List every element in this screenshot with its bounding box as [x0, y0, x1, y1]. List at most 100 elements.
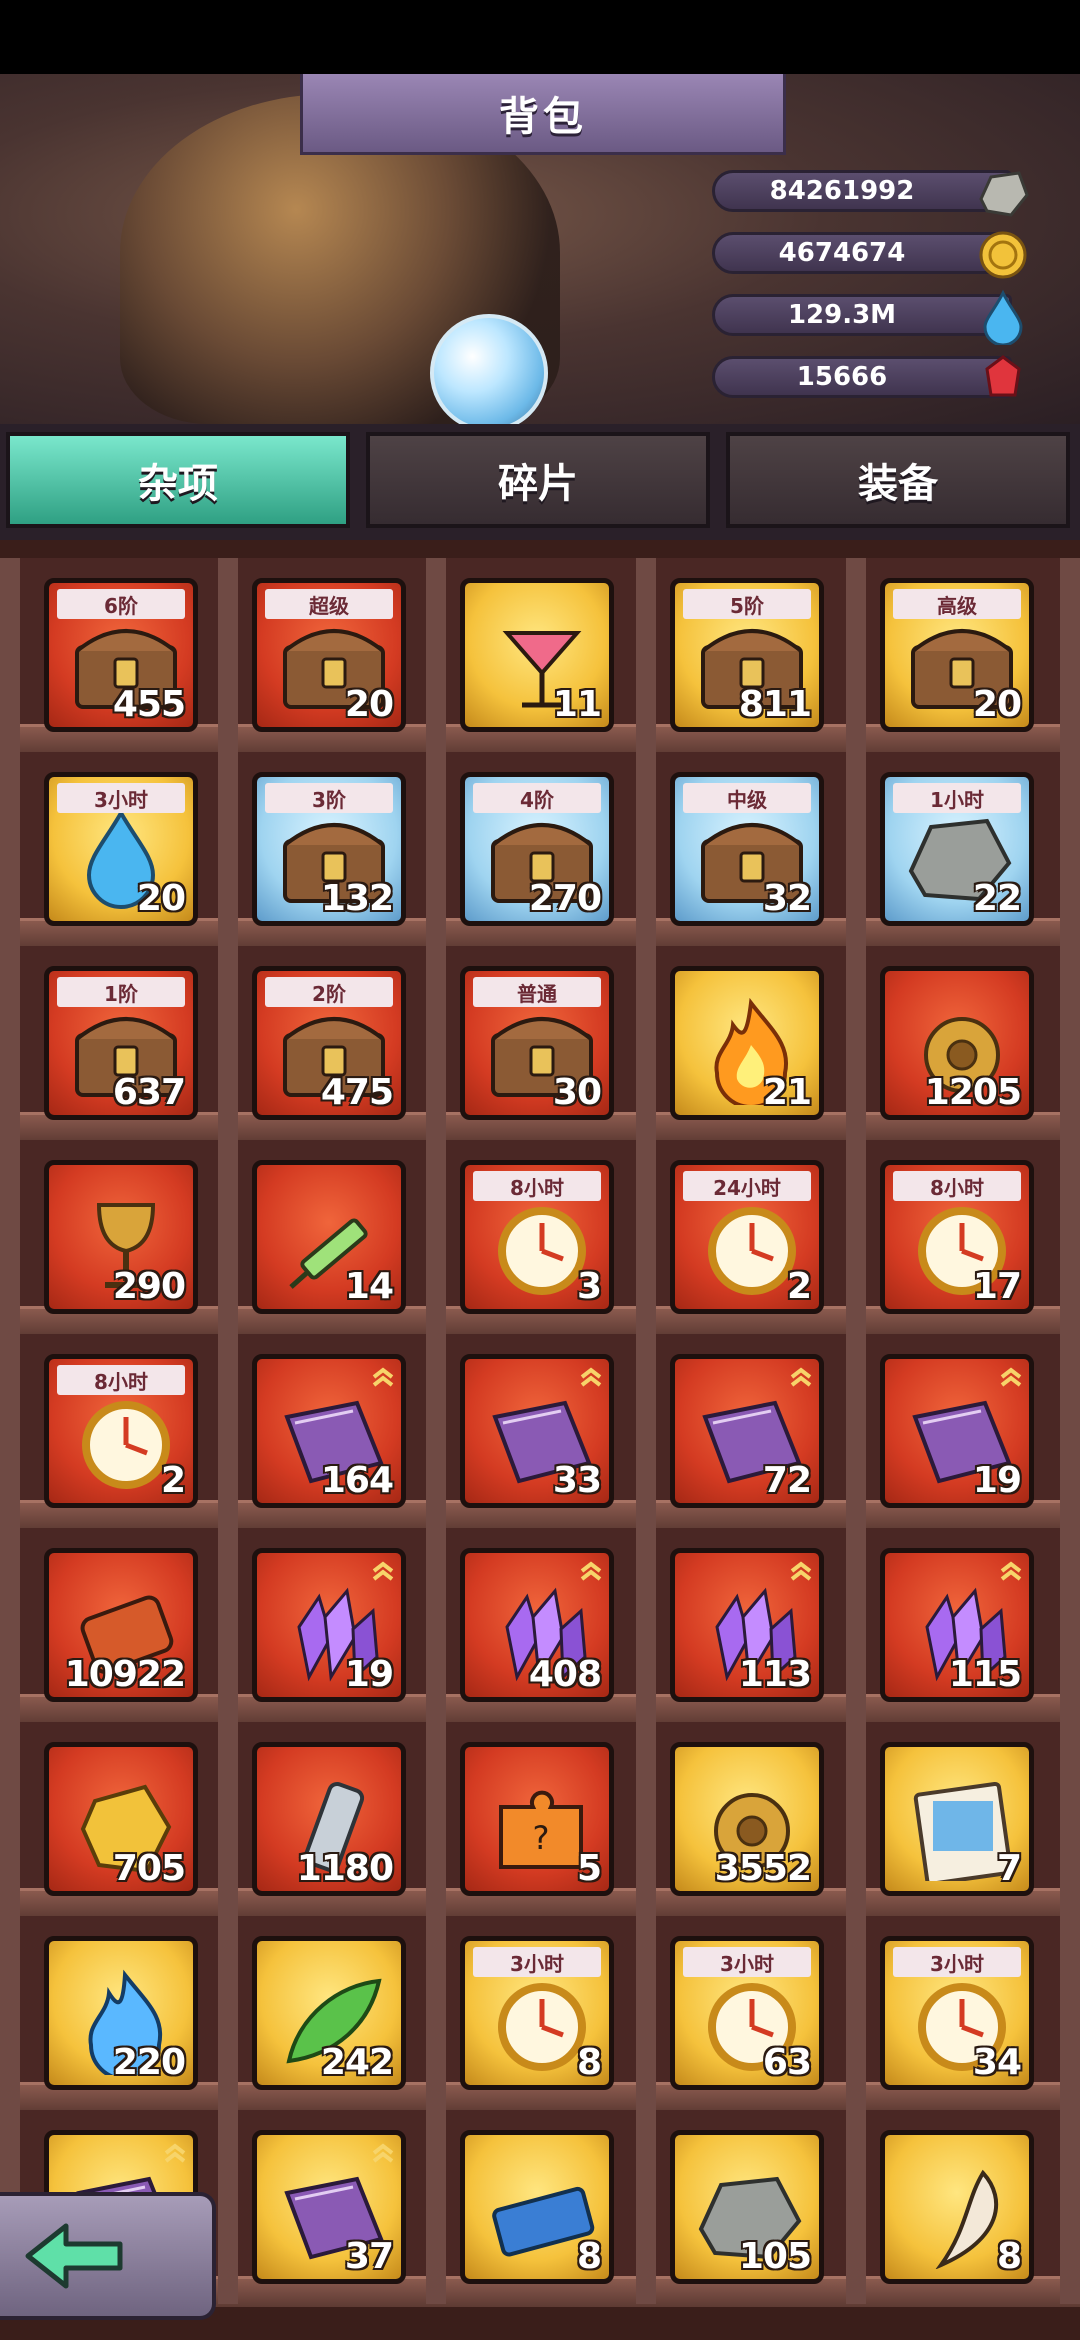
gold-coin-icon: [979, 231, 1027, 279]
shelf-post: [636, 946, 656, 1140]
inventory-item[interactable]: 中级 32: [670, 772, 824, 926]
inventory-item[interactable]: 8小时 17: [880, 1160, 1034, 1314]
shelf-post: [846, 1140, 866, 1334]
inventory-item[interactable]: 115: [880, 1548, 1034, 1702]
item-count: 7: [996, 1848, 1022, 1889]
inventory-item[interactable]: 6阶 455: [44, 578, 198, 732]
item-count: 20: [344, 684, 394, 725]
item-count: 290: [112, 1266, 186, 1307]
inventory-item[interactable]: 220: [44, 1936, 198, 2090]
shelf-post: [636, 752, 656, 946]
inventory-item[interactable]: 113: [670, 1548, 824, 1702]
inventory-item[interactable]: 290: [44, 1160, 198, 1314]
inventory-item[interactable]: 19: [252, 1548, 406, 1702]
inventory-item[interactable]: 10922: [44, 1548, 198, 1702]
item-count: 33: [552, 1460, 602, 1501]
inventory-item[interactable]: 高级 20: [880, 578, 1034, 732]
item-tier-tag: 普通: [473, 977, 601, 1007]
inventory-item[interactable]: 超级 20: [252, 578, 406, 732]
water-drop-icon: [983, 289, 1023, 345]
inventory-item[interactable]: 3小时 34: [880, 1936, 1034, 2090]
inventory-item[interactable]: 37: [252, 2130, 406, 2284]
item-tier-tag: 3小时: [683, 1947, 811, 1977]
tab-misc[interactable]: 杂项: [6, 432, 350, 528]
inventory-item[interactable]: 3阶 132: [252, 772, 406, 926]
inventory-item[interactable]: 8小时 2: [44, 1354, 198, 1508]
item-count: 10922: [64, 1654, 186, 1695]
inventory-item[interactable]: 24小时 2: [670, 1160, 824, 1314]
inventory-item[interactable]: 705: [44, 1742, 198, 1896]
shelf-post: [1060, 1334, 1080, 1528]
shelf-post: [636, 1528, 656, 1722]
shelf-post: [846, 1916, 866, 2110]
inventory-item[interactable]: 19: [880, 1354, 1034, 1508]
inventory-item[interactable]: 21: [670, 966, 824, 1120]
tab-equipment[interactable]: 装备: [726, 432, 1070, 528]
currency-value: 129.3M: [787, 300, 897, 330]
item-count: 705: [112, 1848, 186, 1889]
item-count: 63: [762, 2042, 812, 2083]
inventory-item[interactable]: 8小时 3: [460, 1160, 614, 1314]
shelf-post: [218, 2110, 238, 2304]
inventory-item[interactable]: 8: [460, 2130, 614, 2284]
inventory-item[interactable]: 3小时 20: [44, 772, 198, 926]
shelf-post: [0, 1140, 20, 1334]
rank-up-chevron-icon: [790, 1367, 812, 1387]
inventory-item[interactable]: 164: [252, 1354, 406, 1508]
back-button[interactable]: [0, 2192, 216, 2320]
tab-label: 装备: [858, 461, 938, 507]
status-bar: [0, 0, 1080, 74]
shelf-post: [0, 558, 20, 752]
item-count: 32: [762, 878, 812, 919]
shelf-post: [426, 946, 446, 1140]
tab-fragments[interactable]: 碎片: [366, 432, 710, 528]
inventory-item[interactable]: 7: [880, 1742, 1034, 1896]
shelf-post: [846, 1722, 866, 1916]
currency-bar: 15666: [712, 355, 1021, 398]
inventory-item[interactable]: 3小时 8: [460, 1936, 614, 2090]
shelf-post: [846, 752, 866, 946]
rank-up-chevron-icon: [372, 1561, 394, 1581]
currency-bar: 4674674: [712, 231, 1027, 279]
inventory-item[interactable]: 408: [460, 1548, 614, 1702]
item-tier-tag: 2阶: [265, 977, 393, 1007]
inventory-item[interactable]: 1180: [252, 1742, 406, 1896]
item-count: 30: [552, 1072, 602, 1113]
inventory-item[interactable]: 105: [670, 2130, 824, 2284]
inventory-item[interactable]: 普通 30: [460, 966, 614, 1120]
inventory-item[interactable]: 2阶 475: [252, 966, 406, 1120]
shelf-post: [1060, 752, 1080, 946]
item-count: 3: [576, 1266, 602, 1307]
inventory-item[interactable]: ? 5: [460, 1742, 614, 1896]
shelf-post: [636, 558, 656, 752]
item-count: 5: [576, 1848, 602, 1889]
inventory-item[interactable]: 11: [460, 578, 614, 732]
inventory-item[interactable]: 33: [460, 1354, 614, 1508]
inventory-item[interactable]: 4阶 270: [460, 772, 614, 926]
item-count: 19: [972, 1460, 1022, 1501]
rank-up-chevron-icon: [790, 1561, 812, 1581]
shelf-post: [1060, 2110, 1080, 2304]
item-count: 408: [528, 1654, 602, 1695]
inventory-item[interactable]: 5阶 811: [670, 578, 824, 732]
inventory-item[interactable]: 8: [880, 2130, 1034, 2284]
item-count: 2: [786, 1266, 812, 1307]
inventory-item[interactable]: 72: [670, 1354, 824, 1508]
inventory-item[interactable]: 1小时 22: [880, 772, 1034, 926]
item-count: 113: [738, 1654, 812, 1695]
shelf-post: [426, 2110, 446, 2304]
item-count: 115: [948, 1654, 1022, 1695]
inventory-grid: 6阶 455 超级 20 11 5阶 811 高级 20 3小时 20 3阶 132 4阶 270 中级 32 1…: [0, 540, 1080, 2340]
item-count: 220: [112, 2042, 186, 2083]
currency-value: 15666: [796, 362, 888, 392]
inventory-item[interactable]: 3小时 63: [670, 1936, 824, 2090]
shelf-post: [1060, 1916, 1080, 2110]
shelf-post: [0, 1528, 20, 1722]
inventory-item[interactable]: 3552: [670, 1742, 824, 1896]
inventory-item[interactable]: 242: [252, 1936, 406, 2090]
inventory-item[interactable]: 1205: [880, 966, 1034, 1120]
item-count: 637: [112, 1072, 186, 1113]
inventory-item[interactable]: 1阶 637: [44, 966, 198, 1120]
inventory-item[interactable]: 14: [252, 1160, 406, 1314]
shelf-post: [0, 1722, 20, 1916]
